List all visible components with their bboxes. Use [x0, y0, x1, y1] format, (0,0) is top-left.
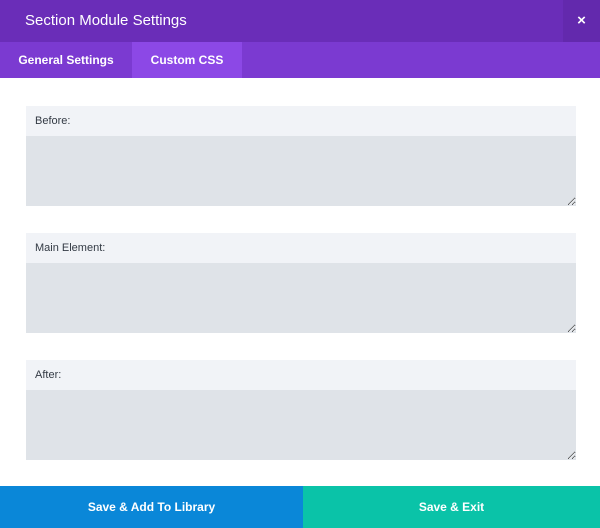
after-label: After:: [26, 360, 576, 390]
before-label: Before:: [26, 106, 576, 136]
close-button[interactable]: ×: [563, 0, 600, 42]
before-field: Before:: [26, 106, 576, 206]
tab-custom-css[interactable]: Custom CSS: [132, 42, 242, 78]
tab-bar: General Settings Custom CSS: [0, 42, 600, 78]
modal-header: Section Module Settings ×: [0, 0, 600, 42]
after-textarea[interactable]: [26, 390, 576, 460]
main-element-field: Main Element:: [26, 233, 576, 333]
before-textarea[interactable]: [26, 136, 576, 206]
main-element-textarea[interactable]: [26, 263, 576, 333]
save-add-to-library-button[interactable]: Save & Add To Library: [0, 486, 303, 528]
save-exit-button[interactable]: Save & Exit: [303, 486, 600, 528]
modal-title: Section Module Settings: [25, 12, 187, 29]
main-element-label: Main Element:: [26, 233, 576, 263]
close-icon: ×: [577, 12, 586, 29]
modal-footer: Save & Add To Library Save & Exit: [0, 486, 600, 528]
after-field: After:: [26, 360, 576, 460]
tab-general-settings[interactable]: General Settings: [0, 42, 132, 78]
